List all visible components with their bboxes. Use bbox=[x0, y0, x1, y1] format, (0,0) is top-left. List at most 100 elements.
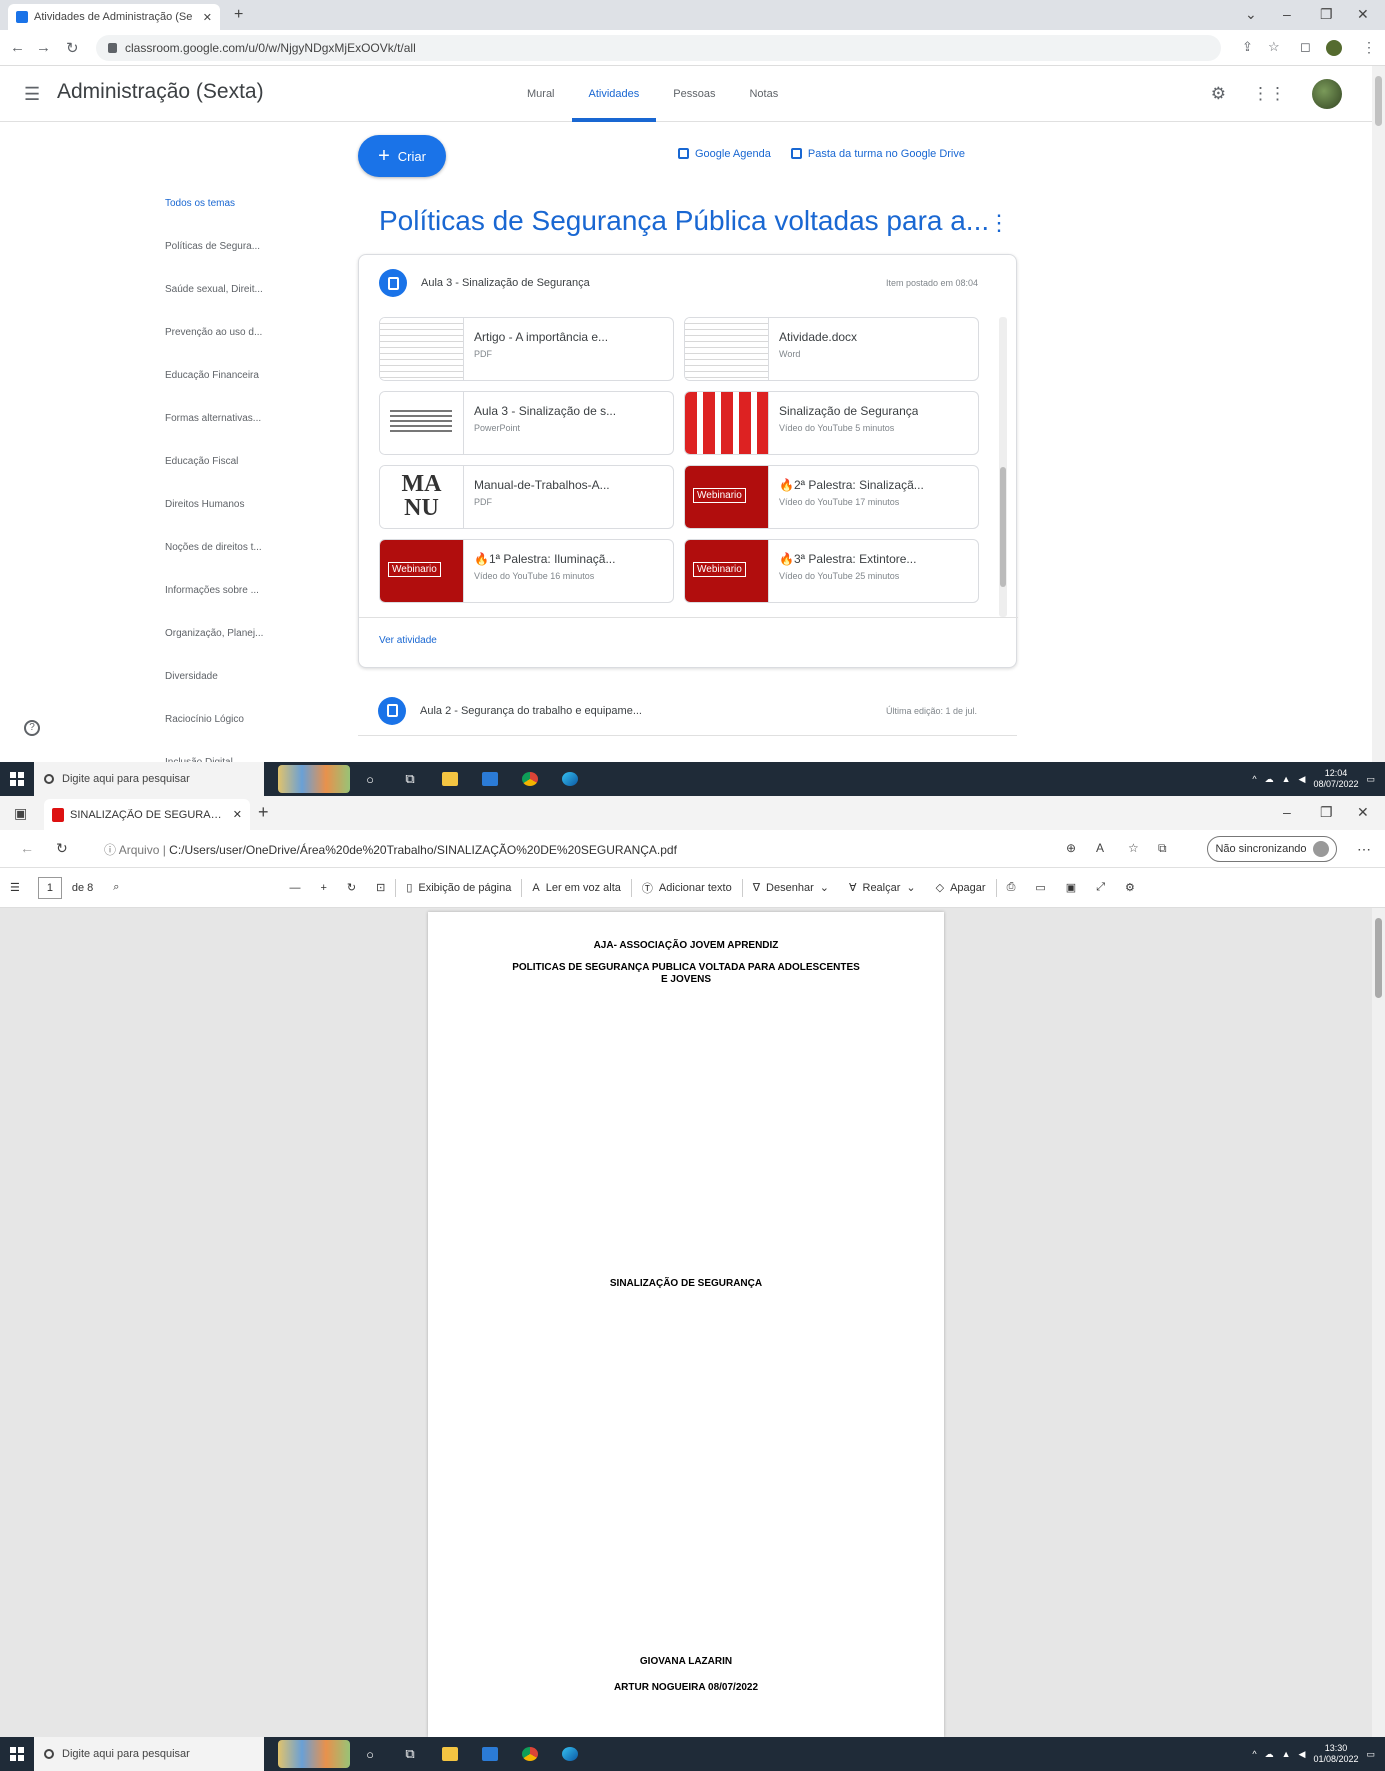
maximize-icon[interactable]: ❐ bbox=[1320, 6, 1333, 23]
settings-gear-icon[interactable]: ⚙ bbox=[1211, 84, 1226, 104]
chrome-menu-icon[interactable]: ⋮ bbox=[1362, 39, 1376, 56]
sync-button[interactable]: Não sincronizando bbox=[1207, 836, 1337, 862]
material-item[interactable]: 🔥1ª Palestra: Iluminaçã... Vídeo do YouTu… bbox=[379, 539, 674, 603]
sidebar-item[interactable]: Prevenção ao uso d... bbox=[165, 323, 285, 366]
tab-mural[interactable]: Mural bbox=[510, 66, 572, 122]
cortana-icon[interactable]: ○ bbox=[350, 762, 390, 796]
close-window-icon[interactable]: ✕ bbox=[1357, 804, 1369, 821]
save-icon[interactable]: ▭ bbox=[1025, 881, 1055, 894]
taskbar-search[interactable]: Digite aqui para pesquisar bbox=[34, 1737, 264, 1771]
view-assignment-link[interactable]: Ver atividade bbox=[379, 635, 437, 646]
topic-more-icon[interactable]: ⋮ bbox=[988, 210, 1010, 236]
tray-expand-icon[interactable]: ^ bbox=[1252, 1749, 1256, 1759]
taskbar-clock[interactable]: 13:30 01/08/2022 bbox=[1313, 1743, 1358, 1765]
taskbar-clock[interactable]: 12:04 08/07/2022 bbox=[1313, 768, 1358, 790]
search-highlight-image[interactable] bbox=[278, 1740, 350, 1768]
profile-avatar[interactable] bbox=[1326, 40, 1342, 56]
cloud-icon[interactable]: ☁ bbox=[1265, 774, 1274, 785]
network-icon[interactable]: ▲ bbox=[1282, 774, 1291, 784]
windows-start-icon[interactable] bbox=[0, 762, 34, 796]
search-highlight-image[interactable] bbox=[278, 765, 350, 793]
sidebar-item[interactable]: Todos os temas bbox=[165, 194, 285, 237]
tab-notas[interactable]: Notas bbox=[732, 66, 795, 122]
rotate-icon[interactable]: ↻ bbox=[337, 881, 366, 894]
notifications-icon[interactable]: ▭ bbox=[1366, 1749, 1375, 1760]
material-item[interactable]: Artigo - A importância e... PDF bbox=[379, 317, 674, 381]
store-icon[interactable] bbox=[470, 1737, 510, 1771]
maximize-icon[interactable]: ❐ bbox=[1320, 804, 1333, 821]
material-item[interactable]: 🔥2ª Palestra: Sinalizaçã... Vídeo do YouT… bbox=[684, 465, 979, 529]
material-item[interactable]: 🔥3ª Palestra: Extintore... Vídeo do YouTu… bbox=[684, 539, 979, 603]
settings-gear-icon[interactable]: ⚙ bbox=[1115, 881, 1145, 894]
assignment-row[interactable]: Aula 2 - Segurança do trabalho e equipam… bbox=[358, 686, 1017, 736]
task-view-icon[interactable]: ⧉ bbox=[390, 1737, 430, 1771]
zoom-in-icon[interactable]: + bbox=[310, 882, 336, 894]
pdf-scroll-thumb[interactable] bbox=[1375, 918, 1382, 998]
create-button[interactable]: + Criar bbox=[358, 135, 446, 177]
back-icon[interactable]: ← bbox=[20, 840, 34, 856]
sidebar-item[interactable]: Educação Fiscal bbox=[165, 452, 285, 495]
sidebar-item[interactable]: Inclusão Digital bbox=[165, 753, 285, 762]
minimize-icon[interactable]: – bbox=[1283, 804, 1291, 820]
edge-tab[interactable]: SINALIZAÇÃO DE SEGURANÇA.pdf ✕ bbox=[44, 799, 250, 830]
apps-grid-icon[interactable]: ⋮⋮ bbox=[1252, 84, 1286, 104]
pdf-scrollbar[interactable] bbox=[1372, 908, 1385, 1737]
sidebar-item[interactable]: Raciocínio Lógico bbox=[165, 710, 285, 753]
taskbar-search[interactable]: Digite aqui para pesquisar bbox=[34, 762, 264, 796]
address-field[interactable]: ⓘ Arquivo | C:/Users/user/OneDrive/Área%… bbox=[104, 841, 677, 858]
extensions-icon[interactable]: ◻ bbox=[1300, 39, 1311, 55]
close-tab-icon[interactable]: ✕ bbox=[203, 11, 212, 24]
page-view-button[interactable]: ▯ Exibição de página bbox=[396, 881, 521, 895]
chrome-icon[interactable] bbox=[510, 1737, 550, 1771]
drive-folder-link[interactable]: Pasta da turma no Google Drive bbox=[790, 148, 965, 160]
contents-icon[interactable]: ☰ bbox=[0, 881, 30, 894]
sidebar-item[interactable]: Informações sobre ... bbox=[165, 581, 285, 624]
file-explorer-icon[interactable] bbox=[430, 1737, 470, 1771]
main-menu-icon[interactable]: ☰ bbox=[24, 84, 40, 105]
store-icon[interactable] bbox=[470, 762, 510, 796]
fullscreen-icon[interactable]: ⤢ bbox=[1086, 881, 1115, 894]
help-icon[interactable]: ? bbox=[24, 720, 40, 736]
zoom-out-icon[interactable]: — bbox=[279, 882, 310, 894]
sidebar-item[interactable]: Diversidade bbox=[165, 667, 285, 710]
cortana-icon[interactable]: ○ bbox=[350, 1737, 390, 1771]
back-icon[interactable]: ← bbox=[10, 39, 25, 56]
tab-search-icon[interactable]: ⌄ bbox=[1245, 6, 1257, 23]
sidebar-item[interactable]: Saúde sexual, Direit... bbox=[165, 280, 285, 323]
info-icon[interactable]: ⓘ bbox=[104, 843, 116, 857]
sidebar-item[interactable]: Políticas de Segura... bbox=[165, 237, 285, 280]
save-as-icon[interactable]: ▣ bbox=[1056, 881, 1086, 894]
erase-button[interactable]: ◇ Apagar bbox=[926, 881, 996, 895]
chevron-down-icon[interactable]: ⌄ bbox=[906, 881, 915, 894]
more-menu-icon[interactable]: ⋯ bbox=[1357, 841, 1371, 858]
url-field[interactable]: classroom.google.com/u/0/w/NjgyNDgxMjExO… bbox=[96, 35, 1221, 61]
sidebar-item[interactable]: Noções de direitos t... bbox=[165, 538, 285, 581]
windows-start-icon[interactable] bbox=[0, 1737, 34, 1771]
cloud-icon[interactable]: ☁ bbox=[1265, 1749, 1274, 1760]
share-icon[interactable]: ⇪ bbox=[1242, 39, 1253, 55]
account-avatar[interactable] bbox=[1312, 79, 1342, 109]
tray-expand-icon[interactable]: ^ bbox=[1252, 774, 1256, 784]
tab-atividades[interactable]: Atividades bbox=[571, 66, 657, 122]
scrollbar-thumb[interactable] bbox=[1375, 76, 1382, 126]
page-number-field[interactable]: 1 bbox=[37, 876, 62, 899]
sidebar-item[interactable]: Organização, Planej... bbox=[165, 624, 285, 667]
file-explorer-icon[interactable] bbox=[430, 762, 470, 796]
sidebar-item[interactable]: Formas alternativas... bbox=[165, 409, 285, 452]
minimize-icon[interactable]: – bbox=[1283, 6, 1291, 22]
draw-button[interactable]: ∇ Desenhar ⌄ bbox=[743, 881, 839, 895]
google-calendar-link[interactable]: Google Agenda bbox=[678, 148, 771, 160]
zoom-icon[interactable]: ⊕ bbox=[1066, 841, 1076, 855]
materials-scroll-thumb[interactable] bbox=[1000, 467, 1006, 587]
tab-actions-icon[interactable]: ▣ bbox=[14, 805, 27, 822]
tab-pessoas[interactable]: Pessoas bbox=[656, 66, 732, 122]
print-icon[interactable]: ⎙ bbox=[997, 881, 1026, 894]
close-tab-icon[interactable]: ✕ bbox=[233, 808, 242, 821]
page-scrollbar[interactable] bbox=[1372, 66, 1385, 762]
reload-icon[interactable]: ↻ bbox=[66, 39, 79, 57]
read-aloud-icon[interactable]: A bbox=[1096, 841, 1104, 855]
sidebar-item[interactable]: Educação Financeira bbox=[165, 366, 285, 409]
assignment-header[interactable]: Aula 3 - Sinalização de Segurança Item p… bbox=[359, 255, 1018, 311]
volume-icon[interactable]: ◀ bbox=[1299, 774, 1306, 785]
find-icon[interactable]: ⌕ bbox=[103, 881, 129, 894]
